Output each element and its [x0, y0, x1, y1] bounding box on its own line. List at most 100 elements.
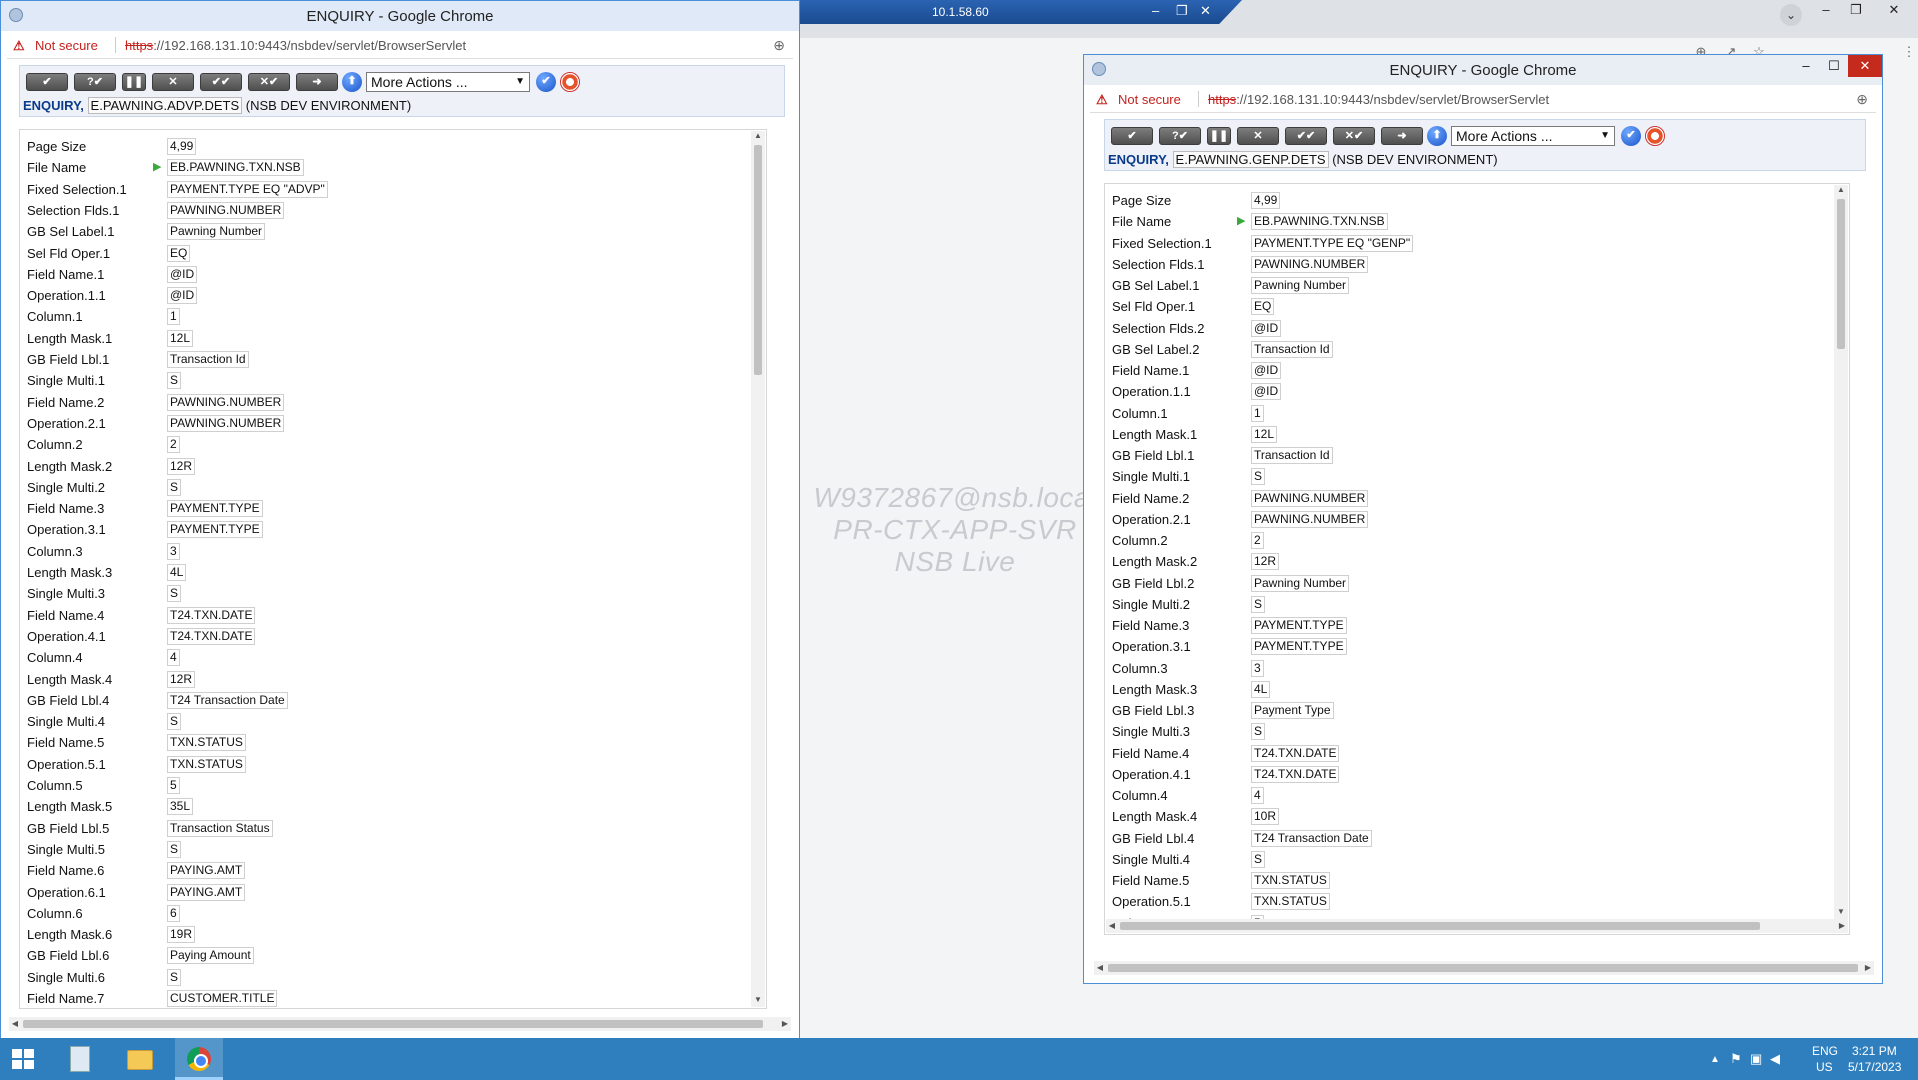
field-value[interactable]: 35L — [167, 798, 194, 816]
rdp-close-button[interactable]: ✕ — [1200, 3, 1211, 19]
field-value[interactable]: PAWNING.NUMBER — [167, 414, 285, 432]
window-horizontal-scrollbar[interactable]: ◀ ▶ — [1094, 961, 1874, 975]
upload-icon[interactable]: ⬆ — [1427, 126, 1447, 146]
zoom-icon[interactable]: ⊕ — [773, 37, 785, 54]
field-value[interactable]: CUSTOMER.TITLE — [167, 990, 278, 1007]
field-value[interactable]: Paying Amount — [167, 947, 254, 965]
field-value[interactable]: S — [167, 968, 182, 986]
field-value[interactable]: S — [1251, 468, 1266, 486]
language-indicator[interactable]: ENG — [1812, 1044, 1838, 1058]
field-value[interactable]: TXN.STATUS — [167, 755, 246, 773]
authorise-icon[interactable]: ✔✔ — [1285, 127, 1327, 145]
maximize-button[interactable]: ☐ — [1820, 55, 1848, 77]
field-value[interactable]: EB.PAWNING.TXN.NSB — [167, 159, 304, 177]
server-manager-button[interactable] — [56, 1038, 104, 1080]
field-value[interactable]: PAYMENT.TYPE — [167, 500, 263, 518]
field-value[interactable]: PAYMENT.TYPE — [1251, 638, 1347, 656]
hold-icon[interactable]: ❚❚ — [122, 73, 146, 91]
field-value[interactable]: Pawning Number — [1251, 277, 1350, 294]
field-value[interactable]: 3 — [167, 542, 180, 560]
go-icon[interactable]: ✔ — [536, 72, 556, 92]
field-value[interactable]: 6 — [167, 904, 180, 922]
window-titlebar[interactable]: ENQUIRY - Google Chrome ‒ ☐ ✕ — [1084, 55, 1882, 85]
field-value[interactable]: 4,99 — [167, 138, 197, 155]
field-value[interactable]: @ID — [167, 287, 198, 305]
next-icon[interactable]: ➜ — [296, 73, 338, 91]
field-value[interactable]: Transaction Id — [167, 351, 249, 368]
field-value[interactable]: S — [1251, 595, 1266, 613]
field-value[interactable]: 19R — [167, 926, 196, 944]
field-value[interactable]: 1 — [1251, 404, 1264, 422]
action-center-icon[interactable]: ▣ — [1750, 1051, 1762, 1067]
field-value[interactable]: T24 Transaction Date — [167, 691, 288, 709]
tray-expand-icon[interactable]: ▲ — [1710, 1054, 1720, 1065]
drilldown-arrow-icon[interactable]: ▶ — [1237, 214, 1245, 227]
scroll-up-icon[interactable]: ▲ — [1834, 185, 1848, 197]
address-bar[interactable]: ⚠ Not secure https://192.168.131.10:9443… — [1090, 87, 1876, 113]
hscroll-thumb[interactable] — [23, 1020, 763, 1028]
next-icon[interactable]: ➜ — [1381, 127, 1423, 145]
region-indicator[interactable]: US — [1816, 1060, 1833, 1074]
scroll-up-icon[interactable]: ▲ — [751, 131, 765, 143]
go-icon[interactable]: ✔ — [1621, 126, 1641, 146]
field-value[interactable]: TXN.STATUS — [1251, 872, 1330, 889]
authorise-icon[interactable]: ✔✔ — [200, 73, 242, 91]
help-lifebuoy-icon[interactable] — [1645, 126, 1665, 146]
rdp-restore-button[interactable]: ❐ — [1176, 3, 1188, 19]
address-bar[interactable]: ⚠ Not secure https://192.168.131.10:9443… — [7, 33, 793, 59]
field-value[interactable]: 4L — [167, 564, 187, 581]
field-value[interactable]: PAWNING.NUMBER — [167, 201, 285, 219]
hold-icon[interactable]: ❚❚ — [1207, 127, 1231, 145]
close-button[interactable]: ✕ — [1848, 55, 1882, 77]
cancel-icon[interactable]: ✕ — [1237, 127, 1279, 145]
field-value[interactable]: 12R — [1251, 553, 1280, 571]
field-value[interactable]: Transaction Id — [1251, 447, 1333, 464]
field-value[interactable]: EQ — [167, 244, 191, 262]
scroll-left-icon[interactable]: ◀ — [9, 1017, 21, 1031]
field-value[interactable]: 3 — [1251, 659, 1264, 677]
field-value[interactable]: TXN.STATUS — [167, 734, 246, 752]
field-value[interactable]: 2 — [167, 436, 180, 454]
vertical-scrollbar[interactable]: ▲ ▼ — [751, 131, 765, 1007]
field-value[interactable]: 4 — [167, 649, 180, 667]
field-value[interactable]: EB.PAWNING.TXN.NSB — [1251, 213, 1388, 231]
field-value[interactable]: 1 — [167, 308, 180, 326]
field-value[interactable]: @ID — [1251, 362, 1282, 379]
chrome-menu-icon[interactable]: ⋮ — [1900, 44, 1918, 62]
field-value[interactable]: 2 — [1251, 532, 1264, 549]
tab-search-icon[interactable]: ⌄ — [1780, 4, 1802, 26]
bg-minimize-button[interactable]: ‒ — [1812, 0, 1840, 20]
help-validate-icon[interactable]: ?✔ — [1159, 127, 1201, 145]
field-value[interactable]: 4L — [1251, 680, 1271, 698]
bg-close-button[interactable]: ✕ — [1880, 0, 1908, 20]
hscroll-thumb[interactable] — [1120, 922, 1760, 930]
help-validate-icon[interactable]: ?✔ — [74, 73, 116, 91]
field-value[interactable]: Pawning Number — [1251, 574, 1350, 592]
zoom-icon[interactable]: ⊕ — [1856, 91, 1868, 108]
field-value[interactable]: PAYMENT.TYPE — [1251, 617, 1347, 634]
field-value[interactable]: T24.TXN.DATE — [1251, 765, 1340, 783]
field-value[interactable]: PAYMENT.TYPE EQ "ADVP" — [167, 180, 328, 198]
field-value[interactable]: 12R — [167, 457, 196, 475]
field-value[interactable]: PAYING.AMT — [167, 862, 246, 880]
vertical-scrollbar[interactable]: ▲ ▼ — [1834, 185, 1848, 919]
field-value[interactable]: TXN.STATUS — [1251, 893, 1330, 911]
field-value[interactable]: Transaction Id — [1251, 340, 1333, 358]
clock-time[interactable]: 3:21 PM — [1852, 1044, 1897, 1058]
field-value[interactable]: @ID — [1251, 319, 1282, 337]
rdp-minimize-button[interactable]: ‒ — [1152, 3, 1159, 18]
field-value[interactable]: T24.TXN.DATE — [167, 627, 256, 645]
field-value[interactable]: Payment Type — [1251, 702, 1334, 719]
volume-icon[interactable]: ◀ — [1770, 1051, 1780, 1067]
scroll-left-icon[interactable]: ◀ — [1094, 961, 1106, 975]
field-value[interactable]: PAWNING.NUMBER — [1251, 489, 1369, 507]
field-value[interactable]: Pawning Number — [167, 223, 266, 241]
chrome-taskbar-button[interactable] — [175, 1038, 223, 1080]
field-value[interactable]: S — [167, 840, 182, 858]
url-text[interactable]: https://192.168.131.10:9443/nsbdev/servl… — [1208, 92, 1549, 107]
validate-icon[interactable]: ✔ — [26, 73, 68, 91]
field-value[interactable]: 10R — [1251, 808, 1280, 826]
scroll-thumb[interactable] — [1837, 199, 1845, 349]
scroll-down-icon[interactable]: ▼ — [751, 995, 765, 1007]
field-value[interactable]: T24.TXN.DATE — [167, 606, 256, 624]
